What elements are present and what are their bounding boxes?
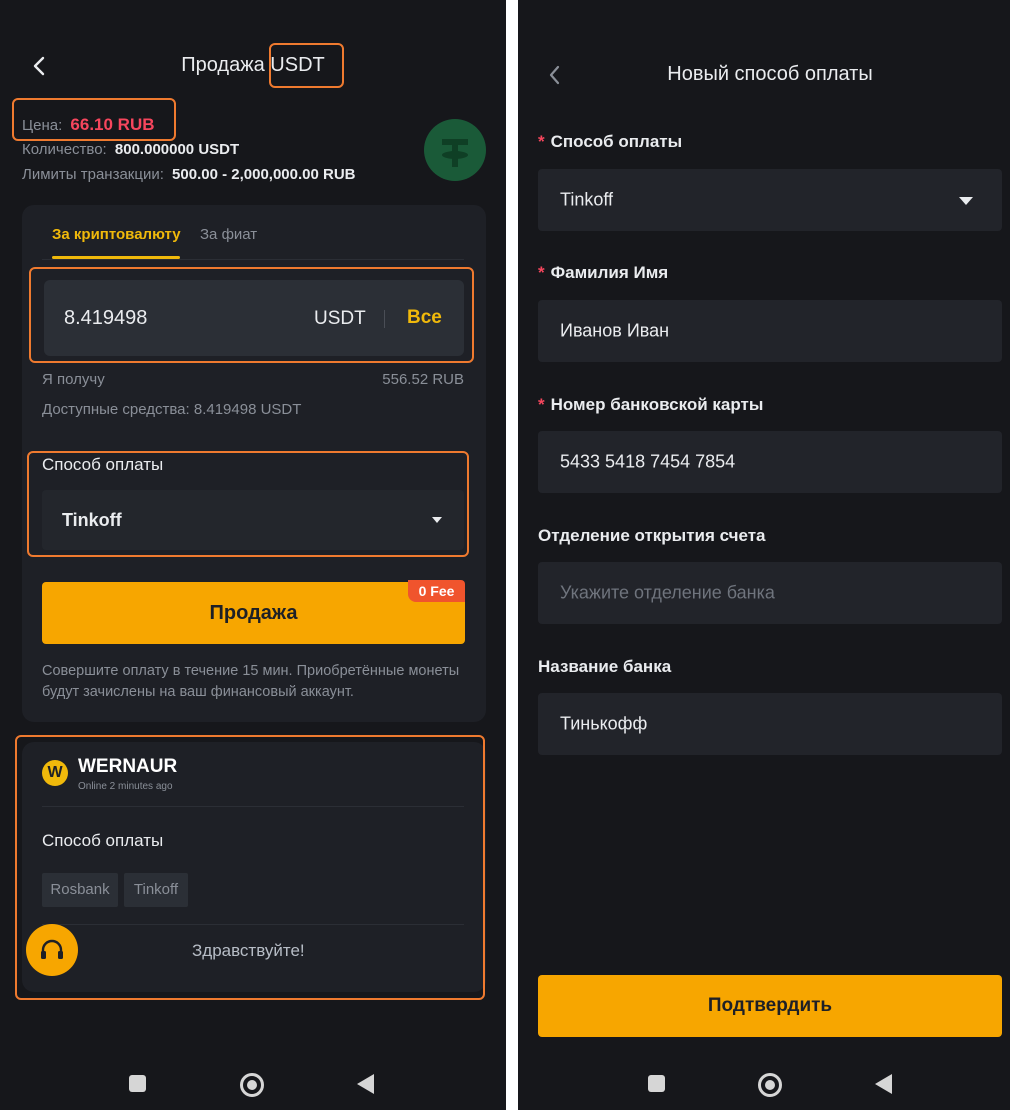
amount-input[interactable]: 8.419498 USDT Все [44, 280, 464, 356]
branch-label: Отделение открытия счета [538, 526, 766, 545]
full-name-input[interactable]: Иванов Иван [538, 300, 1002, 362]
method-label-text: Способ оплаты [550, 132, 683, 151]
tab-fiat[interactable]: За фиат [200, 226, 257, 243]
nav-back-icon[interactable] [357, 1074, 374, 1094]
page-title: Продажа USDT [0, 54, 506, 77]
name-label: * Фамилия Имя [538, 263, 669, 282]
method-label: * Способ оплаты [538, 132, 683, 151]
name-label-text: Фамилия Имя [550, 263, 669, 282]
receive-label: Я получу [42, 371, 105, 388]
card-label: * Номер банковской карты [538, 395, 764, 414]
amount-currency: USDT [314, 308, 366, 329]
full-name-value: Иванов Иван [560, 320, 670, 341]
branch-input[interactable]: Укажите отделение банка [538, 562, 1002, 624]
method-select[interactable]: Tinkoff [538, 169, 1002, 231]
nav-square-icon[interactable] [129, 1075, 146, 1092]
seller-name[interactable]: WERNAUR [78, 756, 177, 778]
method-select-value: Tinkoff [560, 189, 614, 210]
card-number-value: 5433 5418 7454 7854 [560, 451, 736, 472]
nav-home-icon[interactable] [240, 1073, 264, 1097]
payment-method-label: Способ оплаты [42, 455, 164, 474]
branch-placeholder: Укажите отделение банка [560, 582, 775, 603]
max-all-button[interactable]: Все [407, 307, 442, 329]
bank-name-value: Тинькофф [560, 713, 648, 734]
limits-label: Лимиты транзакции: [22, 166, 164, 183]
seller-methods-label: Способ оплаты [42, 831, 164, 850]
price-row: Цена: 66.10 RUB [22, 115, 155, 135]
price-label: Цена: [22, 117, 63, 134]
android-nav-bar [0, 1054, 506, 1110]
page-title-action: Продажа [181, 54, 265, 76]
available-balance: Доступные средства: 8.419498 USDT [42, 401, 302, 418]
limits-value: 500.00 - 2,000,000.00 RUB [172, 166, 356, 183]
page-title-asset: USDT [270, 54, 325, 76]
quantity-row: Количество: 800.000000 USDT [22, 141, 239, 158]
card-label-text: Номер банковской карты [550, 395, 764, 414]
receive-value: 556.52 RUB [382, 371, 464, 388]
tabs-divider [42, 259, 464, 260]
method-tag-tinkoff: Tinkoff [124, 873, 188, 907]
dropdown-caret-icon [959, 197, 973, 205]
seller-divider [42, 806, 464, 807]
price-value: 66.10 RUB [70, 115, 155, 134]
limits-row: Лимиты транзакции: 500.00 - 2,000,000.00… [22, 166, 356, 183]
method-tag-rosbank: Rosbank [42, 873, 118, 907]
confirm-button-label: Подтвердить [707, 995, 833, 1016]
quantity-value: 800.000000 USDT [114, 141, 240, 158]
tab-crypto[interactable]: За криптовалюту [52, 226, 181, 243]
payment-method-value: Tinkoff [62, 510, 122, 530]
nav-square-icon[interactable] [648, 1075, 665, 1092]
nav-home-icon[interactable] [758, 1073, 782, 1097]
bank-label: Название банка [538, 657, 672, 676]
page-title: Новый способ оплаты [667, 63, 873, 85]
confirm-button[interactable]: Подтвердить [538, 975, 1002, 1037]
dropdown-caret-icon [432, 517, 442, 523]
headset-icon[interactable] [26, 924, 78, 976]
seller-avatar: W [42, 760, 68, 786]
tether-icon [424, 119, 486, 181]
bank-name-input[interactable]: Тинькофф [538, 693, 1002, 755]
seller-greeting: Здравствуйте! [192, 941, 305, 960]
seller-divider-2 [42, 924, 464, 925]
sell-button-label: Продажа [209, 601, 298, 624]
sell-button[interactable]: Продажа [42, 582, 465, 644]
card-number-input[interactable]: 5433 5418 7454 7854 [538, 431, 1002, 493]
quantity-label: Количество: [22, 141, 107, 158]
payment-method-select[interactable]: Tinkoff [42, 490, 464, 550]
seller-status: Online 2 minutes ago [78, 781, 173, 792]
android-nav-bar [518, 1054, 1010, 1110]
fee-badge: 0 Fee [408, 580, 465, 602]
amount-divider [384, 310, 385, 328]
new-payment-method-screen: Новый способ оплаты * Способ оплаты Tinko… [518, 0, 1010, 1110]
nav-back-icon[interactable] [875, 1074, 892, 1094]
amount-value: 8.419498 [64, 307, 148, 329]
sell-screen: Продажа USDT Цена: 66.10 RUB Количество:… [0, 0, 506, 1110]
payment-note: Совершите оплату в течение 15 мин. Приоб… [42, 663, 460, 700]
